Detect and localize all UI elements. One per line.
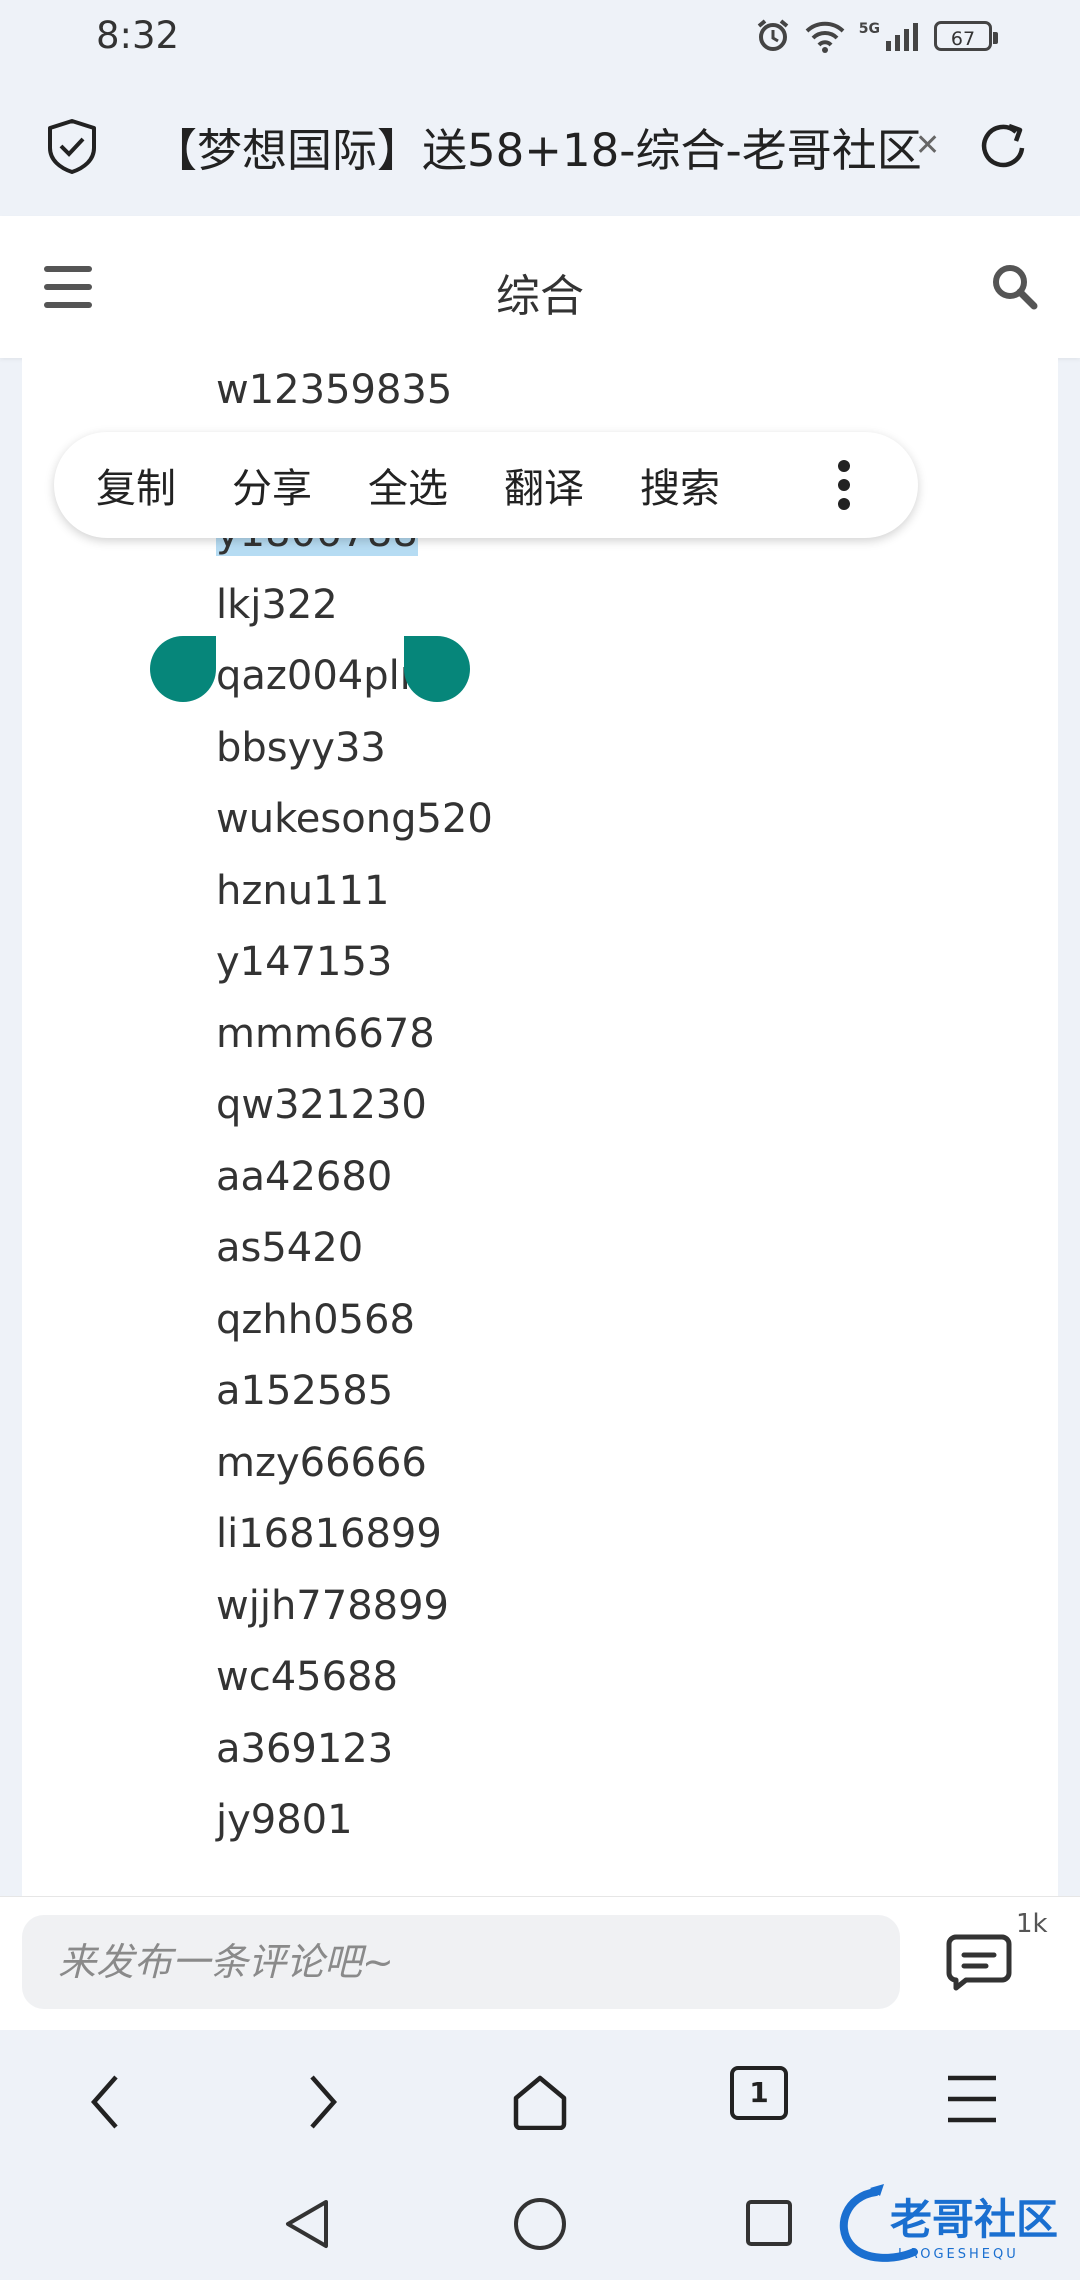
list-item: wukesong520 bbox=[216, 796, 493, 842]
wifi-icon bbox=[805, 21, 845, 53]
list-item: lkj322 bbox=[216, 581, 338, 628]
browser-toolbar: 1 bbox=[0, 2030, 1080, 2174]
page-title: 综合 bbox=[496, 271, 584, 322]
shield-check-icon[interactable] bbox=[46, 118, 98, 174]
tabs-button[interactable]: 1 bbox=[730, 2066, 788, 2120]
site-watermark-logo: 老哥社区 LAOGESHEQU bbox=[836, 2182, 1066, 2268]
close-icon[interactable]: ✕ bbox=[915, 128, 940, 163]
site-header: 综合 bbox=[0, 216, 1080, 358]
list-item: w12359835 bbox=[216, 367, 453, 413]
search-icon[interactable] bbox=[990, 262, 1038, 310]
home-icon[interactable] bbox=[512, 2074, 568, 2130]
list-item: aa42680 bbox=[216, 1153, 393, 1200]
content-area: w12359835 a1501509411 y1806788 lkj322 qa… bbox=[22, 358, 1058, 1896]
list-item: qw321230 bbox=[216, 1082, 427, 1128]
list-item: bbsyy33 bbox=[216, 724, 386, 771]
selection-handle-start[interactable] bbox=[150, 636, 216, 702]
back-icon[interactable] bbox=[90, 2074, 120, 2130]
comment-input[interactable]: 来发布一条评论吧~ bbox=[22, 1915, 900, 2009]
list-item: mmm6678 bbox=[216, 1010, 435, 1057]
search-button[interactable]: 搜索 bbox=[640, 456, 720, 514]
signal-icon bbox=[886, 23, 918, 51]
battery-icon: 67 bbox=[934, 21, 998, 51]
list-item: a369123 bbox=[216, 1725, 394, 1772]
comment-count: 1k bbox=[1016, 1909, 1048, 1939]
list-item: mzy66666 bbox=[216, 1439, 427, 1486]
list-item: hznu111 bbox=[216, 867, 390, 914]
list-item: li16816899 bbox=[216, 1511, 442, 1557]
list-item: wjjh778899 bbox=[216, 1582, 449, 1629]
status-bar: 8:32 5G 67 bbox=[0, 0, 1080, 76]
select-all-button[interactable]: 全选 bbox=[368, 456, 448, 514]
comment-bar: 来发布一条评论吧~ 1k bbox=[0, 1896, 1080, 2031]
share-button[interactable]: 分享 bbox=[232, 456, 312, 514]
selection-handle-end[interactable] bbox=[404, 636, 470, 702]
logo-text: 老哥社区 bbox=[890, 2195, 1058, 2244]
list-item: wc45688 bbox=[216, 1654, 398, 1700]
list-item: y147153 bbox=[216, 939, 393, 985]
system-back-icon[interactable] bbox=[282, 2196, 332, 2252]
comment-icon[interactable] bbox=[946, 1933, 1012, 1991]
list-item: as5420 bbox=[216, 1225, 364, 1271]
status-icons: 5G 67 bbox=[755, 18, 998, 54]
page-title-url[interactable]: 【梦想国际】送58+18-综合-老哥社区 bbox=[152, 114, 932, 179]
system-home-icon[interactable] bbox=[512, 2196, 568, 2252]
menu-icon[interactable] bbox=[946, 2074, 998, 2124]
address-bar: 【梦想国际】送58+18-综合-老哥社区 ✕ bbox=[0, 76, 1080, 216]
username-list: w12359835 a1501509411 y1806788 lkj322 qa… bbox=[216, 358, 495, 1857]
alarm-icon bbox=[757, 19, 789, 51]
network-type: 5G bbox=[858, 21, 880, 37]
status-time: 8:32 bbox=[96, 14, 180, 57]
reload-icon[interactable] bbox=[976, 118, 1032, 174]
copy-button[interactable]: 复制 bbox=[96, 456, 176, 514]
translate-button[interactable]: 翻译 bbox=[504, 456, 584, 514]
system-recents-icon[interactable] bbox=[744, 2198, 794, 2248]
forward-icon[interactable] bbox=[308, 2074, 338, 2130]
list-item: qzhh0568 bbox=[216, 1296, 415, 1343]
logo-subtext: LAOGESHEQU bbox=[898, 2247, 1019, 2262]
text-selection-menu: 复制 分享 全选 翻译 搜索 bbox=[54, 432, 918, 538]
system-nav-bar: 老哥社区 LAOGESHEQU bbox=[0, 2174, 1080, 2280]
more-vertical-icon[interactable] bbox=[836, 460, 852, 510]
list-item: jy9801 bbox=[216, 1797, 353, 1843]
list-item: a152585 bbox=[216, 1368, 394, 1414]
